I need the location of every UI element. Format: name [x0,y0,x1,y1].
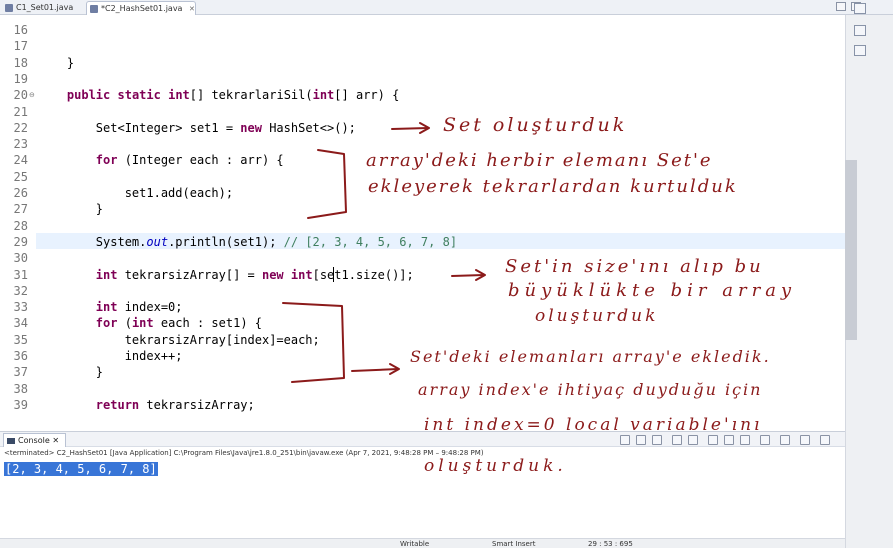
java-file-icon [90,5,98,13]
new-console-icon[interactable] [800,435,810,445]
text-cursor [333,267,334,282]
status-cursor-position: 29 : 53 : 695 [588,540,633,548]
code-line[interactable]: for (int each : set1) { [38,315,262,331]
line-number: 28 [13,218,28,233]
line-number-gutter: 16 17 18 19 20 ⊖ 21 22 23 24 25 26 27 28 29 30 31 32 33 34 3… [0,15,36,413]
line-number: 17 [13,39,28,54]
tab-label: C1_Set01.java [16,3,74,12]
remove-launch-icon[interactable] [636,435,646,445]
tab-c2-hashset01[interactable]: *C2_HashSet01.java ✕ [86,1,196,15]
line-number: 19 [13,71,28,86]
close-icon[interactable]: ✕ [189,5,195,13]
annotation-text: int index=0 local variable'ını [424,415,763,435]
line-number: 27 [13,202,28,217]
line-number: 29 [13,234,28,249]
tab-label: *C2_HashSet01.java [101,4,183,13]
annotation-text: Set'deki elemanları array'e ekledik. [410,347,771,366]
annotation-text: ekleyerek tekrarlardan kurtulduk [368,176,738,197]
terminate-icon[interactable] [620,435,630,445]
annotation-text: oluşturduk. [424,456,567,476]
line-number: 31 [13,267,28,282]
line-number: 20 [13,88,28,103]
line-number: 23 [13,137,28,152]
line-number: 26 [13,186,28,200]
line-number: 30 [13,251,28,266]
remove-all-icon[interactable] [652,435,662,445]
java-file-icon [5,4,13,12]
code-line[interactable]: Set<Integer> set1 = new HashSet<>(); [38,120,356,136]
line-number: 39 [13,397,28,412]
code-line[interactable]: int index=0; [38,299,183,315]
code-line[interactable]: System.out.println(set1); // [2, 3, 4, 5… [38,234,457,250]
line-number: 21 [13,104,28,119]
line-number: 36 [13,349,28,363]
console-output-text[interactable]: [2, 3, 4, 5, 6, 7, 8] [4,462,158,476]
line-number: 32 [13,283,28,298]
code-line[interactable]: public static int[] tekrarlariSil(int[] … [38,87,399,103]
editor-tab-bar: C1_Set01.java *C2_HashSet01.java ✕ [0,0,893,15]
annotation-text: array'deki herbir elemanı Set'e [366,150,713,171]
tab-c1-set01[interactable]: C1_Set01.java [2,1,73,15]
editor-vertical-scrollbar[interactable] [845,160,857,340]
code-line[interactable]: } [38,201,103,217]
line-number: 34 [13,316,28,331]
line-number: 37 [13,365,28,380]
outline-icon[interactable] [854,25,866,36]
status-insert-mode: Smart Insert [492,540,536,548]
code-line[interactable]: int tekrarsizArray[] = new int[set1.size… [38,267,414,283]
code-line[interactable]: set1.add(each); [38,185,233,201]
open-console-icon[interactable] [740,435,750,445]
console-icon [7,438,15,444]
line-number: 35 [13,332,28,347]
code-line[interactable]: for (Integer each : arr) { [38,152,284,168]
console-tab-label: Console [18,436,50,445]
line-number: 33 [13,300,28,315]
status-writable: Writable [400,540,430,548]
scroll-lock-icon[interactable] [672,435,682,445]
line-number: 18 [13,55,28,70]
code-line[interactable]: index++; [38,348,183,364]
clear-console-icon[interactable] [688,435,698,445]
annotation-text: oluşturduk [535,306,659,326]
view-menu-icon[interactable] [820,435,830,445]
code-line[interactable]: } [38,364,103,380]
pin-console-icon[interactable] [708,435,718,445]
tab-console[interactable]: Console ✕ [3,433,67,447]
line-number: 38 [13,381,28,396]
line-number: 25 [13,169,28,184]
code-line[interactable]: return tekrarsizArray; [38,397,255,413]
close-icon[interactable]: ✕ [52,436,59,445]
code-line[interactable]: } [38,55,74,71]
annotation-text: Set oluşturduk [443,114,628,136]
console-output-area[interactable] [0,447,845,538]
fold-icon[interactable]: ⊖ [29,91,35,99]
code-line[interactable]: tekrarsizArray[index]=each; [38,332,320,348]
annotation-text: büyüklükte bir array [508,280,797,301]
status-bar: Writable Smart Insert 29 : 53 : 695 [0,538,845,548]
word-wrap-icon[interactable] [760,435,770,445]
restore-icon[interactable] [854,3,866,14]
display-selected-console-icon[interactable] [724,435,734,445]
show-console-icon[interactable] [780,435,790,445]
annotation-text: Set'in size'ını alıp bu [505,256,764,277]
annotation-text: array index'e ihtiyaç duyduğu için [418,380,763,399]
console-process-label: <terminated> C2_HashSet01 [Java Applicat… [4,449,484,457]
minimize-icon[interactable] [836,2,846,11]
line-number: 22 [13,120,28,135]
line-number: 24 [13,153,28,168]
line-number: 16 [13,23,28,37]
task-list-icon[interactable] [854,45,866,56]
